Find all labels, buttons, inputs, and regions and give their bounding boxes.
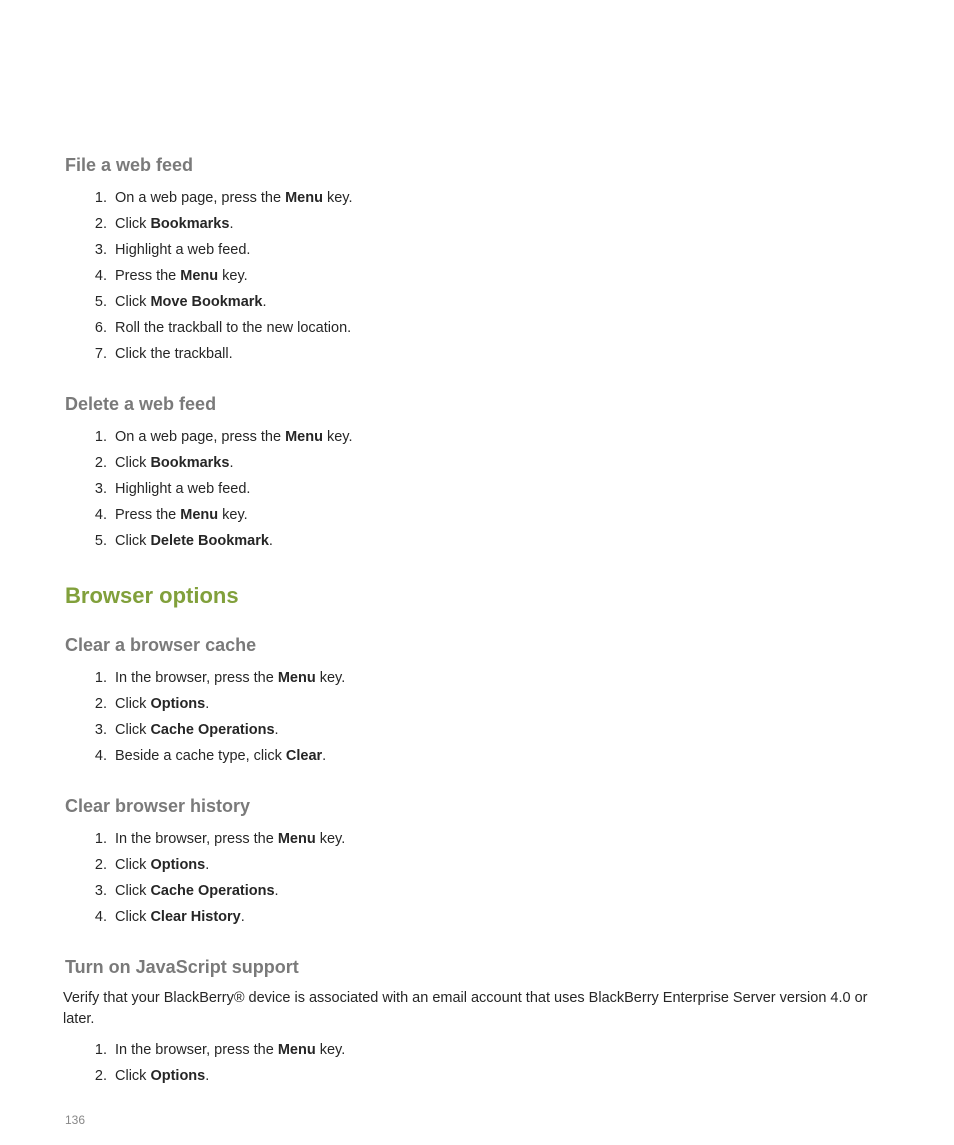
steps-clear-history: In the browser, press the Menu key.Click… <box>65 827 889 931</box>
step-text: In the browser, press the <box>115 670 278 686</box>
step-item: Click Move Bookmark. <box>111 290 889 316</box>
step-text: On a web page, press the <box>115 190 285 206</box>
step-item: Beside a cache type, click Clear. <box>111 744 889 770</box>
step-bold-text: Cache Operations <box>150 883 274 899</box>
note-js-support: Verify that your BlackBerry® device is a… <box>63 988 889 1030</box>
step-text: . <box>205 1068 209 1084</box>
step-text: Click <box>115 857 150 873</box>
step-text: Roll the trackball to the new location. <box>115 320 351 336</box>
step-text: Press the <box>115 507 180 523</box>
step-text: Click <box>115 533 150 549</box>
heading-clear-history: Clear browser history <box>65 796 889 817</box>
step-item: In the browser, press the Menu key. <box>111 1038 889 1064</box>
step-text: Click the trackball. <box>115 346 233 362</box>
step-item: Click Options. <box>111 853 889 879</box>
step-item: In the browser, press the Menu key. <box>111 666 889 692</box>
step-item: On a web page, press the Menu key. <box>111 425 889 451</box>
step-text: Click <box>115 696 150 712</box>
step-text: Highlight a web feed. <box>115 481 250 497</box>
steps-js-support: In the browser, press the Menu key.Click… <box>65 1038 889 1090</box>
step-item: Click the trackball. <box>111 342 889 368</box>
step-text: . <box>275 883 279 899</box>
step-bold-text: Options <box>150 1068 205 1084</box>
step-bold-text: Menu <box>285 429 323 445</box>
step-text: . <box>262 294 266 310</box>
step-text: key. <box>218 268 248 284</box>
step-item: Click Bookmarks. <box>111 212 889 238</box>
steps-clear-cache: In the browser, press the Menu key.Click… <box>65 666 889 770</box>
step-text: . <box>275 722 279 738</box>
document-page: File a web feed On a web page, press the… <box>0 0 954 1090</box>
step-item: Click Clear History. <box>111 905 889 931</box>
heading-browser-options: Browser options <box>65 583 889 609</box>
step-text: Click <box>115 216 150 232</box>
step-bold-text: Menu <box>278 670 316 686</box>
step-bold-text: Menu <box>180 268 218 284</box>
step-item: Click Bookmarks. <box>111 451 889 477</box>
step-text: key. <box>316 670 346 686</box>
steps-file-web-feed: On a web page, press the Menu key.Click … <box>65 186 889 368</box>
step-item: Click Options. <box>111 692 889 718</box>
step-bold-text: Clear <box>286 748 322 764</box>
step-item: Click Cache Operations. <box>111 879 889 905</box>
step-item: Highlight a web feed. <box>111 238 889 264</box>
step-bold-text: Move Bookmark <box>150 294 262 310</box>
heading-js-support: Turn on JavaScript support <box>65 957 889 978</box>
step-item: Highlight a web feed. <box>111 477 889 503</box>
step-text: . <box>269 533 273 549</box>
step-bold-text: Options <box>150 857 205 873</box>
step-bold-text: Clear History <box>150 909 240 925</box>
step-bold-text: Menu <box>278 1042 316 1058</box>
step-bold-text: Bookmarks <box>150 216 229 232</box>
step-text: key. <box>323 429 353 445</box>
step-text: In the browser, press the <box>115 1042 278 1058</box>
heading-clear-cache: Clear a browser cache <box>65 635 889 656</box>
step-text: Press the <box>115 268 180 284</box>
step-item: Click Options. <box>111 1064 889 1090</box>
step-text: . <box>205 857 209 873</box>
step-text: Highlight a web feed. <box>115 242 250 258</box>
step-text: . <box>205 696 209 712</box>
step-bold-text: Delete Bookmark <box>150 533 268 549</box>
heading-delete-web-feed: Delete a web feed <box>65 394 889 415</box>
step-bold-text: Cache Operations <box>150 722 274 738</box>
step-bold-text: Options <box>150 696 205 712</box>
step-text: . <box>241 909 245 925</box>
step-text: In the browser, press the <box>115 831 278 847</box>
step-text: . <box>322 748 326 764</box>
steps-delete-web-feed: On a web page, press the Menu key.Click … <box>65 425 889 555</box>
step-text: . <box>229 216 233 232</box>
step-text: On a web page, press the <box>115 429 285 445</box>
page-number: 136 <box>65 1113 85 1127</box>
step-item: Click Delete Bookmark. <box>111 529 889 555</box>
step-text: key. <box>316 831 346 847</box>
step-bold-text: Menu <box>285 190 323 206</box>
step-text: Click <box>115 1068 150 1084</box>
step-bold-text: Menu <box>278 831 316 847</box>
step-bold-text: Menu <box>180 507 218 523</box>
step-text: Click <box>115 722 150 738</box>
step-text: Click <box>115 294 150 310</box>
step-text: Click <box>115 909 150 925</box>
step-bold-text: Bookmarks <box>150 455 229 471</box>
step-text: Beside a cache type, click <box>115 748 286 764</box>
step-text: . <box>229 455 233 471</box>
heading-file-web-feed: File a web feed <box>65 155 889 176</box>
step-text: key. <box>316 1042 346 1058</box>
step-text: key. <box>218 507 248 523</box>
step-item: Click Cache Operations. <box>111 718 889 744</box>
step-item: Press the Menu key. <box>111 503 889 529</box>
step-text: Click <box>115 455 150 471</box>
step-item: In the browser, press the Menu key. <box>111 827 889 853</box>
step-item: Press the Menu key. <box>111 264 889 290</box>
step-item: Roll the trackball to the new location. <box>111 316 889 342</box>
step-item: On a web page, press the Menu key. <box>111 186 889 212</box>
step-text: Click <box>115 883 150 899</box>
step-text: key. <box>323 190 353 206</box>
